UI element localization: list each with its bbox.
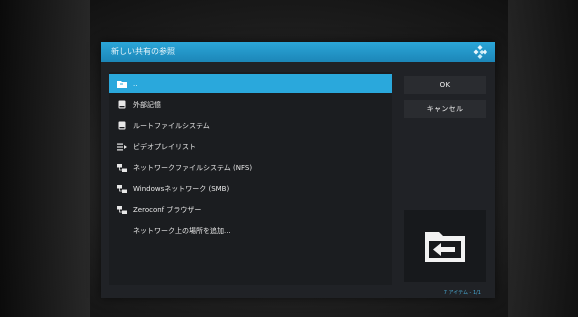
- folder-icon: [113, 74, 131, 93]
- list-item-label: ルートファイルシステム: [133, 121, 210, 130]
- hard-drive-icon: [113, 116, 131, 135]
- cancel-button[interactable]: キャンセル: [404, 100, 486, 118]
- ok-button[interactable]: OK: [404, 76, 486, 94]
- network-icon: [113, 158, 131, 177]
- list-item-zeroconf[interactable]: Zeroconf ブラウザー: [109, 200, 392, 219]
- removable-drive-icon: [113, 95, 131, 114]
- list-item-nfs[interactable]: ネットワークファイルシステム (NFS): [109, 158, 392, 177]
- playlist-icon: [113, 137, 131, 156]
- list-item-video-playlists[interactable]: ビデオプレイリスト: [109, 137, 392, 156]
- list-item-parent[interactable]: ..: [109, 74, 392, 93]
- kodi-logo-icon: [473, 45, 487, 59]
- list-item-label: ネットワークファイルシステム (NFS): [133, 163, 253, 172]
- file-list: .. 外部記憶 ルートファイルシステム ビデオプレイリスト ネットワークファイル…: [109, 72, 392, 285]
- screen-bezel-left: [0, 0, 90, 317]
- list-item-external-storage[interactable]: 外部記憶: [109, 95, 392, 114]
- dialog-title: 新しい共有の参照: [111, 47, 175, 56]
- list-item-label: 外部記憶: [133, 100, 161, 109]
- blank-icon: [113, 221, 131, 240]
- list-item-label: Windowsネットワーク (SMB): [133, 184, 230, 193]
- list-item-label: ビデオプレイリスト: [133, 142, 196, 151]
- list-item-smb[interactable]: Windowsネットワーク (SMB): [109, 179, 392, 198]
- preview-thumbnail: [404, 210, 486, 282]
- screen-bezel-right: [508, 0, 578, 317]
- network-icon: [113, 179, 131, 198]
- dialog-titlebar: 新しい共有の参照: [101, 42, 495, 62]
- list-item-add-network-location[interactable]: ネットワーク上の場所を追加...: [109, 221, 392, 240]
- network-icon: [113, 200, 131, 219]
- folder-back-icon: [425, 232, 465, 262]
- list-item-root-filesystem[interactable]: ルートファイルシステム: [109, 116, 392, 135]
- item-count: 7 アイテム - 1/1: [443, 290, 481, 296]
- list-item-label: ..: [133, 79, 138, 88]
- browse-share-dialog: 新しい共有の参照 .. 外部記憶 ルートファイルシステム ビデオプレイリスト ネ…: [101, 42, 495, 298]
- list-item-label: Zeroconf ブラウザー: [133, 205, 202, 214]
- list-item-label: ネットワーク上の場所を追加...: [133, 226, 231, 235]
